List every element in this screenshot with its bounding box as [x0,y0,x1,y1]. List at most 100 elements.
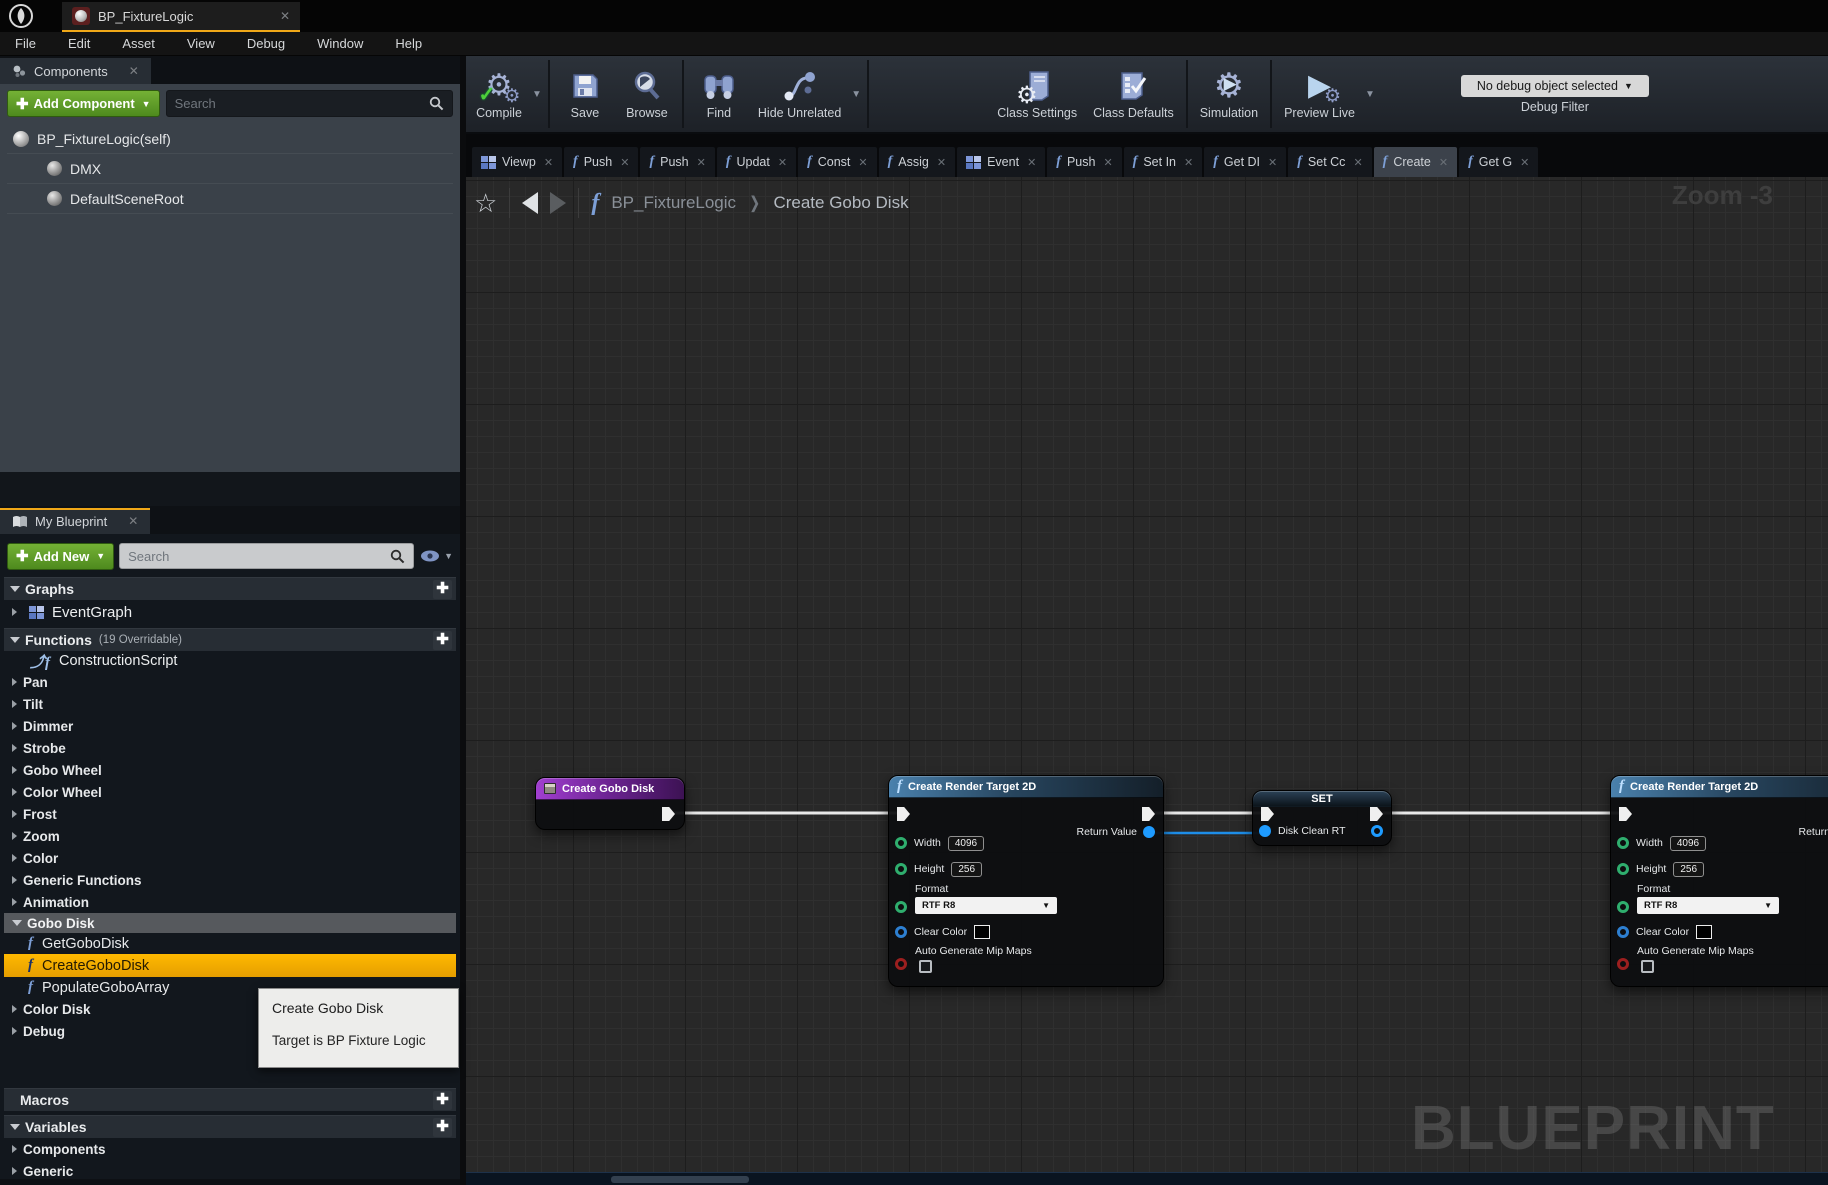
component-row-dmx[interactable]: DMX [7,154,453,184]
tab-close-icon[interactable]: ✕ [697,156,706,169]
expander-closed-icon[interactable] [12,700,17,708]
menu-view[interactable]: View [187,36,215,51]
menu-asset[interactable]: Asset [122,36,155,51]
menu-edit[interactable]: Edit [68,36,90,51]
exec-in-pin[interactable] [897,807,910,821]
expander-closed-icon[interactable] [12,608,17,616]
graph-tab-const[interactable]: fConst✕ [798,147,877,177]
tab-close-icon[interactable]: ✕ [858,156,867,169]
variables-section-header[interactable]: Variables ✚ [4,1115,456,1138]
class-settings-button[interactable]: ⚙ Class Settings [989,59,1085,129]
class-defaults-button[interactable]: Class Defaults [1085,59,1182,129]
add-graph-button[interactable]: ✚ [433,580,452,599]
graph-tab-create-active[interactable]: fCreate✕ [1374,147,1457,177]
function-getgobodisk[interactable]: f GetGoboDisk [4,933,456,954]
expander-closed-icon[interactable] [12,1027,17,1035]
graph-tab-push-3[interactable]: fPush✕ [1047,147,1121,177]
component-row-defaultsceneroot[interactable]: DefaultSceneRoot [7,184,453,214]
mipmaps-pin[interactable] [1617,958,1629,970]
expander-closed-icon[interactable] [12,876,17,884]
tab-my-blueprint[interactable]: My Blueprint ✕ [0,508,150,534]
node-create-gobo-disk[interactable]: Create Gobo Disk [535,777,685,830]
function-creategobodisk-selected[interactable]: f CreateGoboDisk [4,954,456,977]
return-value-pin[interactable] [1143,826,1155,838]
tab-close-icon[interactable]: ✕ [1103,156,1112,169]
mipmaps-checkbox[interactable] [1641,960,1654,973]
back-button[interactable] [522,192,538,214]
tab-close-icon[interactable]: ✕ [1184,156,1193,169]
myblueprint-search-input[interactable] [120,549,390,564]
clear-color-pin[interactable] [895,926,907,938]
visibility-filter-button[interactable]: ▼ [419,549,453,563]
expander-closed-icon[interactable] [12,1167,17,1175]
graph-tab-get-di[interactable]: fGet DI✕ [1204,147,1286,177]
clear-color-swatch[interactable] [1696,925,1712,939]
tab-close-icon[interactable]: ✕ [1520,156,1529,169]
exec-in-pin[interactable] [1619,807,1632,821]
save-button[interactable]: Save [554,59,616,129]
blueprint-graph-canvas[interactable]: ☆ f BP_FixtureLogic ❭ Create Gobo Disk Z… [466,177,1828,1185]
height-input[interactable]: 256 [1673,862,1704,877]
tab-components[interactable]: Components ✕ [0,58,151,84]
expander-closed-icon[interactable] [12,898,17,906]
add-macro-button[interactable]: ✚ [433,1091,452,1110]
function-category-frost[interactable]: Frost [4,803,456,825]
tab-close-icon[interactable]: ✕ [1268,156,1277,169]
tab-close-icon[interactable]: ✕ [1027,156,1036,169]
expander-closed-icon[interactable] [12,722,17,730]
expander-closed-icon[interactable] [12,744,17,752]
simulation-button[interactable]: ⚙▶ Simulation [1192,59,1266,129]
function-category-color[interactable]: Color [4,847,456,869]
forward-button[interactable] [550,192,566,214]
variable-category-components[interactable]: Components [4,1138,456,1160]
add-component-button[interactable]: ✚ Add Component ▼ [7,90,160,117]
add-function-button[interactable]: ✚ [433,631,452,650]
width-pin[interactable] [1617,837,1629,849]
find-button[interactable]: Find [688,59,750,129]
graph-tab-get-g[interactable]: fGet G✕ [1459,147,1538,177]
constructionscript-row[interactable]: ⤴f ConstructionScript [4,651,456,671]
add-variable-button[interactable]: ✚ [433,1118,452,1137]
exec-out-pin[interactable] [1370,807,1383,821]
exec-out-pin[interactable] [662,807,675,821]
scrollbar-handle[interactable] [611,1176,749,1183]
format-pin[interactable] [1617,901,1629,913]
function-category-strobe[interactable]: Strobe [4,737,456,759]
breadcrumb-root[interactable]: BP_FixtureLogic [611,193,736,213]
function-category-color-wheel[interactable]: Color Wheel [4,781,456,803]
menu-debug[interactable]: Debug [247,36,285,51]
horizontal-scrollbar[interactable] [466,1172,1828,1185]
expander-closed-icon[interactable] [12,810,17,818]
node-set-disk-clean-rt[interactable]: SET Disk Clean RT [1252,790,1392,846]
hide-unrelated-button[interactable]: Hide Unrelated [750,59,849,129]
function-category-tilt[interactable]: Tilt [4,693,456,715]
mipmaps-checkbox[interactable] [919,960,932,973]
graph-tab-push-1[interactable]: fPush✕ [564,147,638,177]
format-dropdown[interactable]: RTF R8 ▼ [1637,897,1779,914]
document-tab-bp-fixturelogic[interactable]: BP_FixtureLogic ✕ [62,2,300,30]
function-category-generic-functions[interactable]: Generic Functions [4,869,456,891]
close-icon[interactable]: ✕ [128,514,138,528]
width-input[interactable]: 4096 [948,836,984,851]
format-pin[interactable] [895,901,907,913]
function-category-pan[interactable]: Pan [4,671,456,693]
exec-in-pin[interactable] [1261,807,1274,821]
node-create-render-target-2d-2[interactable]: f Create Render Target 2D Width 4096 Hei… [1610,775,1828,987]
graph-tab-update[interactable]: fUpdat✕ [717,147,796,177]
function-category-animation[interactable]: Animation [4,891,456,913]
menu-help[interactable]: Help [395,36,422,51]
tab-close-icon[interactable]: ✕ [937,156,946,169]
graph-tab-event[interactable]: Event✕ [957,147,1045,177]
function-category-dimmer[interactable]: Dimmer [4,715,456,737]
value-in-pin[interactable] [1259,825,1271,837]
graph-tab-set-in[interactable]: fSet In✕ [1124,147,1203,177]
expander-closed-icon[interactable] [12,832,17,840]
width-pin[interactable] [895,837,907,849]
node-create-render-target-2d-1[interactable]: f Create Render Target 2D Width 4096 Hei… [888,775,1164,987]
function-category-gobo-wheel[interactable]: Gobo Wheel [4,759,456,781]
tab-close-icon[interactable]: ✕ [778,156,787,169]
hide-unrelated-options-chevron-icon[interactable]: ▼ [851,89,861,100]
clear-color-pin[interactable] [1617,926,1629,938]
expander-closed-icon[interactable] [12,766,17,774]
tab-close-icon[interactable]: ✕ [1353,156,1362,169]
